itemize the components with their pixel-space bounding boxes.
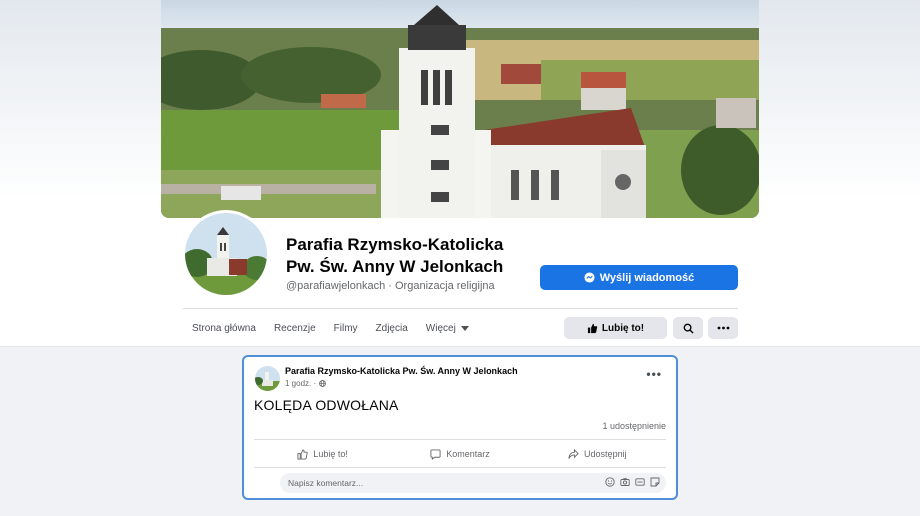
like-page-button[interactable]: Lubię to!: [564, 317, 667, 339]
post-actions: Lubię to! Komentarz Udostępnij: [254, 443, 666, 465]
cover-photo[interactable]: [161, 0, 759, 218]
post-share-button[interactable]: Udostępnij: [529, 443, 666, 465]
globe-icon: [319, 380, 327, 387]
tab-label: Strona główna: [192, 322, 256, 334]
tab-videos[interactable]: Filmy: [325, 316, 367, 340]
post-divider: [254, 439, 666, 440]
post-divider: [254, 467, 666, 468]
post-author-name[interactable]: Parafia Rzymsko-Katolicka Pw. Św. Anny W…: [285, 366, 518, 376]
page-tabs: Strona główna Recenzje Filmy Zdjęcia Wię…: [183, 316, 478, 340]
messenger-icon: [584, 272, 595, 283]
profile-picture[interactable]: [182, 210, 270, 298]
post-time-text: 1 godz. ·: [285, 379, 317, 388]
page-title-line2: Pw. Św. Anny W Jelonkach: [286, 257, 504, 276]
page-title: Parafia Rzymsko-Katolicka Pw. Św. Anny W…: [286, 234, 536, 278]
search-icon: [683, 323, 694, 334]
post-author-avatar[interactable]: [255, 366, 280, 391]
emoji-icon[interactable]: [605, 477, 615, 487]
like-page-label: Lubię to!: [601, 322, 645, 334]
post-like-button[interactable]: Lubię to!: [254, 443, 391, 465]
gif-icon[interactable]: [635, 477, 645, 487]
post-timestamp[interactable]: 1 godz. ·: [285, 379, 327, 388]
tab-more[interactable]: Więcej: [417, 316, 478, 340]
post-card: Parafia Rzymsko-Katolicka Pw. Św. Anny W…: [242, 355, 678, 500]
profile-divider: [183, 308, 738, 309]
tab-label: Zdjęcia: [375, 322, 408, 334]
sticker-icon[interactable]: [650, 477, 660, 487]
send-message-button[interactable]: Wyślij wiadomość: [540, 265, 738, 290]
post-menu-icon[interactable]: •••: [646, 367, 662, 381]
tab-home[interactable]: Strona główna: [183, 316, 265, 340]
comment-placeholder: Napisz komentarz...: [288, 478, 364, 488]
page-title-line1: Parafia Rzymsko-Katolicka: [286, 235, 504, 254]
comment-tools: [605, 477, 660, 487]
post-text: KOLĘDA ODWOŁANA: [254, 397, 399, 413]
thumbs-up-icon: [297, 448, 309, 460]
search-button[interactable]: [673, 317, 703, 339]
tab-reviews[interactable]: Recenzje: [265, 316, 325, 340]
tab-label: Recenzje: [273, 322, 316, 334]
comment-icon: [430, 448, 441, 460]
post-comment-label: Komentarz: [446, 449, 490, 459]
page-subtitle: @parafiawjelonkach · Organizacja religij…: [286, 280, 495, 292]
more-icon: [717, 326, 729, 330]
tab-label: Filmy: [333, 322, 358, 334]
more-options-button[interactable]: [708, 317, 738, 339]
share-count[interactable]: 1 udostępnienie: [602, 421, 666, 431]
thumbs-up-icon: [587, 323, 598, 333]
tab-label: Więcej: [425, 322, 456, 334]
camera-icon[interactable]: [620, 477, 630, 487]
chevron-down-icon: [460, 325, 469, 331]
post-like-label: Lubię to!: [313, 449, 348, 459]
share-icon: [568, 448, 579, 459]
post-comment-button[interactable]: Komentarz: [391, 443, 528, 465]
comment-input[interactable]: Napisz komentarz...: [280, 473, 666, 493]
post-share-label: Udostępnij: [584, 449, 627, 459]
send-message-label: Wyślij wiadomość: [599, 271, 695, 284]
tab-photos[interactable]: Zdjęcia: [367, 316, 417, 340]
